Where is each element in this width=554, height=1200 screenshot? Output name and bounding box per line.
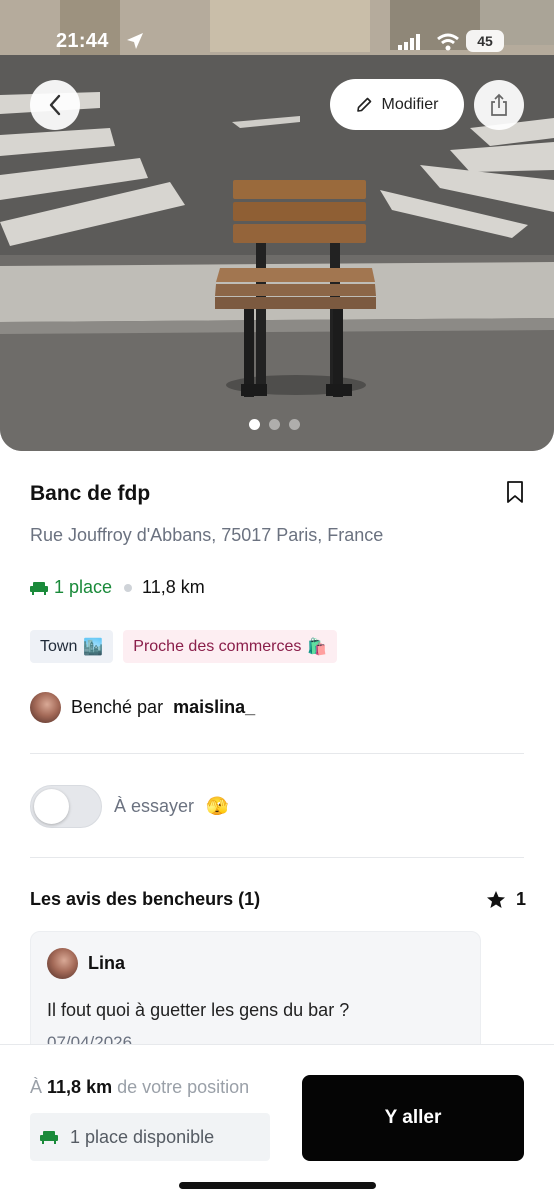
author-row[interactable]: Benché par maislina_	[30, 692, 255, 723]
separator-dot	[124, 583, 133, 592]
divider	[30, 753, 524, 754]
availability-label: 1 place disponible	[70, 1126, 215, 1147]
bench-photo	[0, 0, 554, 451]
reviews-title: Les avis des bencheurs (1)	[30, 889, 261, 909]
peeking-face-icon: 🫣	[206, 796, 229, 816]
share-icon	[491, 93, 507, 116]
carousel-dot[interactable]	[269, 419, 280, 430]
go-button[interactable]: Y aller	[302, 1075, 524, 1161]
where-value: 11,8 km	[47, 1077, 113, 1097]
bench-photo-carousel[interactable]: 21:44 45 Modifier	[0, 0, 554, 451]
author-prefix: Benché par	[71, 697, 164, 717]
where-suffix: de votre position	[117, 1077, 250, 1097]
bench-meta: 1 place 11,8 km	[30, 577, 205, 598]
back-button[interactable]	[30, 80, 80, 130]
bottom-action-bar: À 11,8 km de votre position 1 place disp…	[0, 1044, 554, 1200]
tag-label: Proche des commerces	[133, 637, 302, 655]
where-prefix: À	[30, 1077, 43, 1097]
battery-indicator: 45	[466, 30, 504, 52]
carousel-dots[interactable]	[249, 419, 300, 430]
rating-value: 1	[516, 889, 527, 909]
home-indicator[interactable]	[179, 1182, 376, 1189]
carousel-dot[interactable]	[249, 419, 260, 430]
sofa-icon	[30, 581, 48, 595]
distance-from-position: À 11,8 km de votre position	[30, 1077, 249, 1098]
edit-button-label: Modifier	[381, 95, 439, 113]
places-info: 1 place	[30, 577, 112, 598]
review-text: Il fout quoi à guetter les gens du bar ?	[47, 1000, 350, 1020]
cityscape-icon: 🏙️	[83, 638, 104, 656]
to-try-row[interactable]: À essayer 🫣	[30, 785, 228, 828]
status-bar: 21:44 45	[0, 28, 554, 56]
edit-button[interactable]: Modifier	[330, 79, 464, 130]
rating: 1	[486, 889, 526, 910]
pencil-icon	[356, 97, 371, 112]
chevron-left-icon	[49, 94, 61, 116]
review-author-name: Lina	[88, 953, 126, 973]
to-try-label: À essayer	[114, 796, 195, 816]
tag-label: Town	[40, 637, 78, 655]
go-button-label: Y aller	[384, 1107, 442, 1128]
avatar	[47, 948, 78, 979]
tag-town: Town 🏙️	[30, 630, 114, 663]
wifi-icon	[437, 33, 459, 51]
tag-shops: Proche des commerces 🛍️	[123, 630, 338, 663]
avatar	[30, 692, 61, 723]
bookmark-icon[interactable]	[505, 480, 525, 504]
status-time: 21:44	[56, 30, 109, 52]
availability-badge: 1 place disponible	[30, 1113, 270, 1161]
review-author: Lina	[47, 948, 125, 979]
toggle-knob	[34, 789, 69, 824]
bench-title: Banc de fdp	[30, 482, 151, 505]
shopping-bags-icon: 🛍️	[307, 638, 328, 656]
share-button[interactable]	[474, 80, 524, 130]
author-username[interactable]: maislina_	[173, 697, 255, 718]
star-icon	[487, 891, 505, 908]
tag-list: Town 🏙️ Proche des commerces 🛍️	[30, 630, 338, 663]
sofa-icon	[40, 1131, 58, 1144]
location-arrow-icon	[127, 33, 143, 49]
bench-address: Rue Jouffroy d'Abbans, 75017 Paris, Fran…	[30, 525, 384, 545]
to-try-toggle[interactable]	[30, 785, 102, 828]
carousel-dot[interactable]	[289, 419, 300, 430]
divider	[30, 857, 524, 858]
distance: 11,8 km	[142, 577, 205, 597]
places-count: 1 place	[54, 577, 113, 597]
signal-icon	[398, 34, 420, 50]
